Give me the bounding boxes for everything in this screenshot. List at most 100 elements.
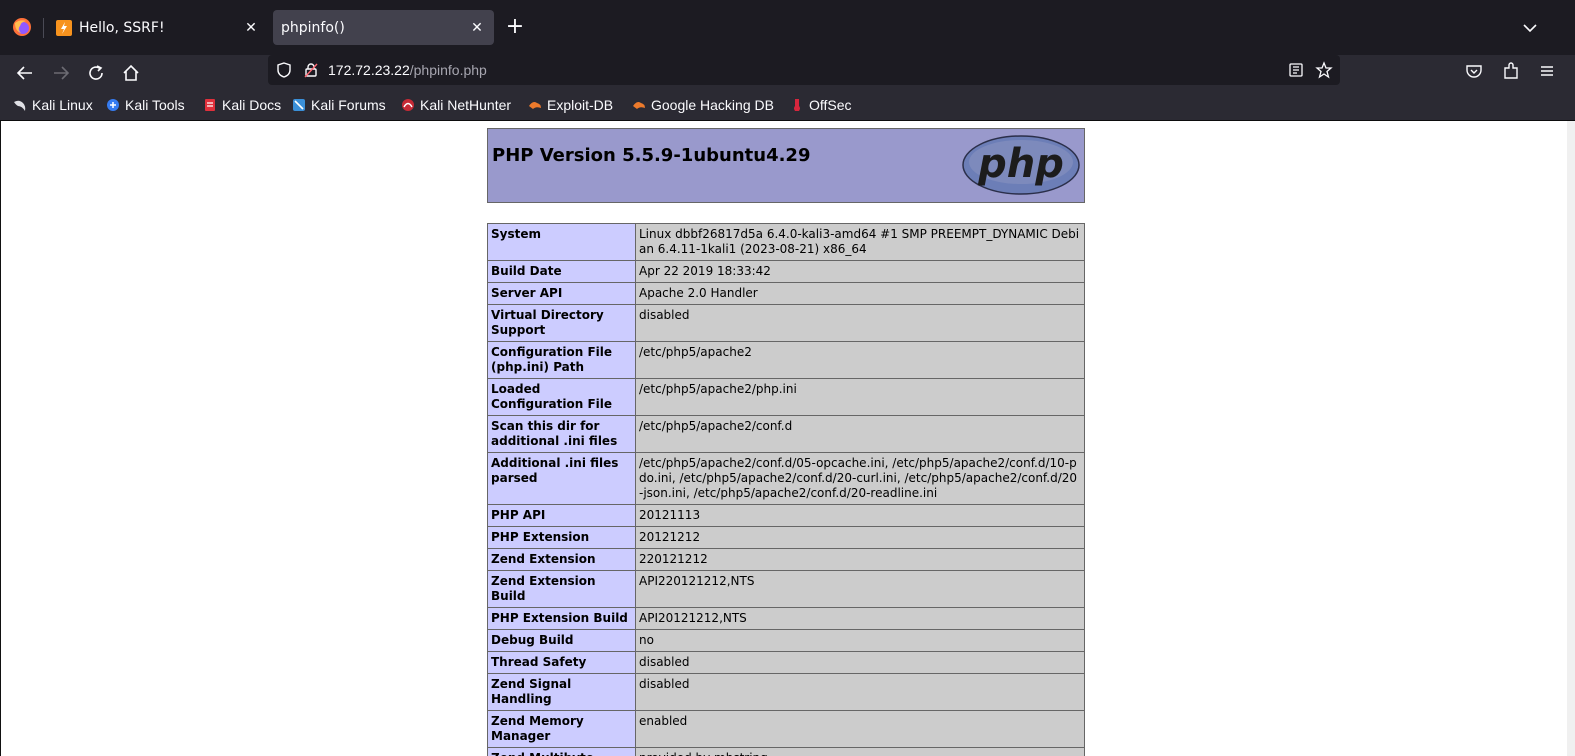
row-value: 20121212 [635, 526, 1085, 549]
bookmark-label: Google Hacking DB [651, 97, 774, 113]
reader-view-icon[interactable] [1288, 62, 1304, 78]
bookmark-kali-docs[interactable]: Kali Docs [203, 96, 281, 114]
bookmark-label: Kali Tools [125, 97, 185, 113]
bookmark-kali-tools[interactable]: Kali Tools [106, 96, 185, 114]
table-row: Configuration File (php.ini) Path/etc/ph… [487, 341, 1085, 379]
table-row: System Linux dbbf26817d5a 6.4.0-kali3-amd… [487, 223, 1085, 261]
bookmark-kali-nethunter[interactable]: Kali NetHunter [401, 96, 511, 114]
url-text[interactable]: 172.72.23.22/phpinfo.php [328, 62, 487, 78]
tab-hello-ssrf[interactable]: Hello, SSRF! ✕ [46, 10, 268, 45]
home-icon [123, 64, 139, 81]
row-value: /etc/php5/apache2/php.ini [635, 378, 1085, 416]
list-all-tabs-icon[interactable] [1520, 18, 1540, 38]
navigation-toolbar: 172.72.23.22/phpinfo.php [0, 55, 1575, 90]
row-key: Build Date [487, 260, 636, 283]
table-row: Virtual Directory Support disabled [487, 304, 1085, 342]
row-key: PHP Extension [487, 526, 636, 549]
table-row: Loaded Configuration File/etc/php5/apach… [487, 378, 1085, 416]
url-host: 172.72.23.22 [328, 62, 410, 78]
kali-forums-icon [293, 99, 305, 111]
app-menu-icon[interactable] [1538, 62, 1556, 80]
reload-button[interactable] [83, 60, 109, 86]
forward-arrow-icon [54, 66, 70, 80]
back-arrow-icon [16, 66, 32, 80]
row-value: enabled [635, 710, 1085, 748]
row-value: /etc/php5/apache2/conf.d/05-opcache.ini,… [635, 452, 1085, 505]
back-button[interactable] [12, 60, 38, 86]
close-tab-icon[interactable]: ✕ [468, 19, 486, 37]
home-button[interactable] [118, 60, 144, 86]
bookmark-label: Kali Forums [311, 97, 386, 113]
phpinfo-center: PHP Version 5.5.9-1ubuntu4.29 php System… [487, 128, 1085, 756]
row-value: 220121212 [635, 548, 1085, 571]
php-logo-text: php [977, 141, 1064, 187]
row-key: Virtual Directory Support [487, 304, 636, 342]
firefox-icon[interactable] [12, 17, 32, 37]
page-scrollbar[interactable] [1567, 121, 1575, 756]
url-bar[interactable]: 172.72.23.22/phpinfo.php [268, 55, 1340, 85]
burp-favicon-icon [56, 19, 72, 36]
bookmark-kali-forums[interactable]: Kali Forums [292, 96, 386, 114]
row-key: Scan this dir for additional .ini files [487, 415, 636, 453]
row-key: Zend Multibyte Support [487, 747, 636, 756]
row-key: Zend Extension [487, 548, 636, 571]
url-path: /phpinfo.php [409, 62, 487, 78]
row-value: provided by mbstring [635, 747, 1085, 756]
tab-phpinfo[interactable]: phpinfo() ✕ [273, 10, 494, 45]
table-row: Scan this dir for additional .ini files /… [487, 415, 1085, 453]
table-row: Zend Extension Build API220121212,NTS [487, 570, 1085, 608]
row-value: /etc/php5/apache2/conf.d [635, 415, 1085, 453]
row-value: 20121113 [635, 504, 1085, 527]
table-row: PHP API 20121113 [487, 504, 1085, 527]
kali-tools-icon [107, 99, 119, 111]
table-row: Zend Multibyte Supportprovided by mbstri… [487, 747, 1085, 756]
row-value: Apache 2.0 Handler [635, 282, 1085, 305]
extensions-icon[interactable] [1502, 62, 1520, 80]
table-row: Zend Signal Handling disabled [487, 673, 1085, 711]
table-row: Build Date Apr 22 2019 18:33:42 [487, 260, 1085, 283]
row-key: Zend Extension Build [487, 570, 636, 608]
close-tab-icon[interactable]: ✕ [242, 19, 260, 37]
row-key: System [487, 223, 636, 261]
bookmark-google-hacking-db[interactable]: Google Hacking DB [632, 96, 774, 114]
bookmark-label: Kali NetHunter [420, 97, 512, 113]
page-content: PHP Version 5.5.9-1ubuntu4.29 php System… [0, 121, 1568, 756]
row-key: Zend Signal Handling [487, 673, 636, 711]
row-value: no [635, 629, 1085, 652]
row-key: Configuration File (php.ini) Path [487, 341, 636, 379]
row-value: disabled [635, 651, 1085, 674]
insecure-lock-icon[interactable] [303, 62, 319, 78]
row-value: Apr 22 2019 18:33:42 [635, 260, 1085, 283]
table-row: Additional .ini files parsed/etc/php5/ap… [487, 452, 1085, 505]
row-key: Zend Memory Manager [487, 710, 636, 748]
bookmark-offsec[interactable]: OffSec [790, 96, 852, 114]
row-value: /etc/php5/apache2 [635, 341, 1085, 379]
kali-dragon-icon [14, 100, 26, 111]
new-tab-button[interactable]: + [504, 16, 526, 39]
bookmark-kali-linux[interactable]: Kali Linux [13, 96, 93, 114]
bookmark-exploit-db[interactable]: Exploit-DB [528, 96, 613, 114]
row-key: PHP API [487, 504, 636, 527]
kali-docs-icon [205, 99, 215, 111]
row-key: Debug Build [487, 629, 636, 652]
shield-icon[interactable] [276, 62, 292, 78]
tab-title: phpinfo() [281, 19, 345, 36]
reload-icon [89, 65, 103, 80]
table-row: Debug Build no [487, 629, 1085, 652]
php-version-header: PHP Version 5.5.9-1ubuntu4.29 php [487, 128, 1085, 203]
php-logo[interactable]: php [962, 135, 1080, 195]
row-key: Thread Safety [487, 651, 636, 674]
bookmark-label: Kali Linux [32, 97, 93, 113]
forward-button[interactable] [48, 60, 74, 86]
row-key: Server API [487, 282, 636, 305]
kali-nethunter-icon [402, 99, 414, 111]
bookmark-star-icon[interactable] [1315, 61, 1333, 79]
row-key: Additional .ini files parsed [487, 452, 636, 505]
pocket-icon[interactable] [1465, 62, 1483, 80]
tab-title: Hello, SSRF! [79, 19, 165, 36]
exploit-db-icon [529, 102, 541, 109]
row-key: Loaded Configuration File [487, 378, 636, 416]
table-row: Server API Apache 2.0 Handler [487, 282, 1085, 305]
row-value: API20121212,NTS [635, 607, 1085, 630]
table-row: Zend Extension 220121212 [487, 548, 1085, 571]
